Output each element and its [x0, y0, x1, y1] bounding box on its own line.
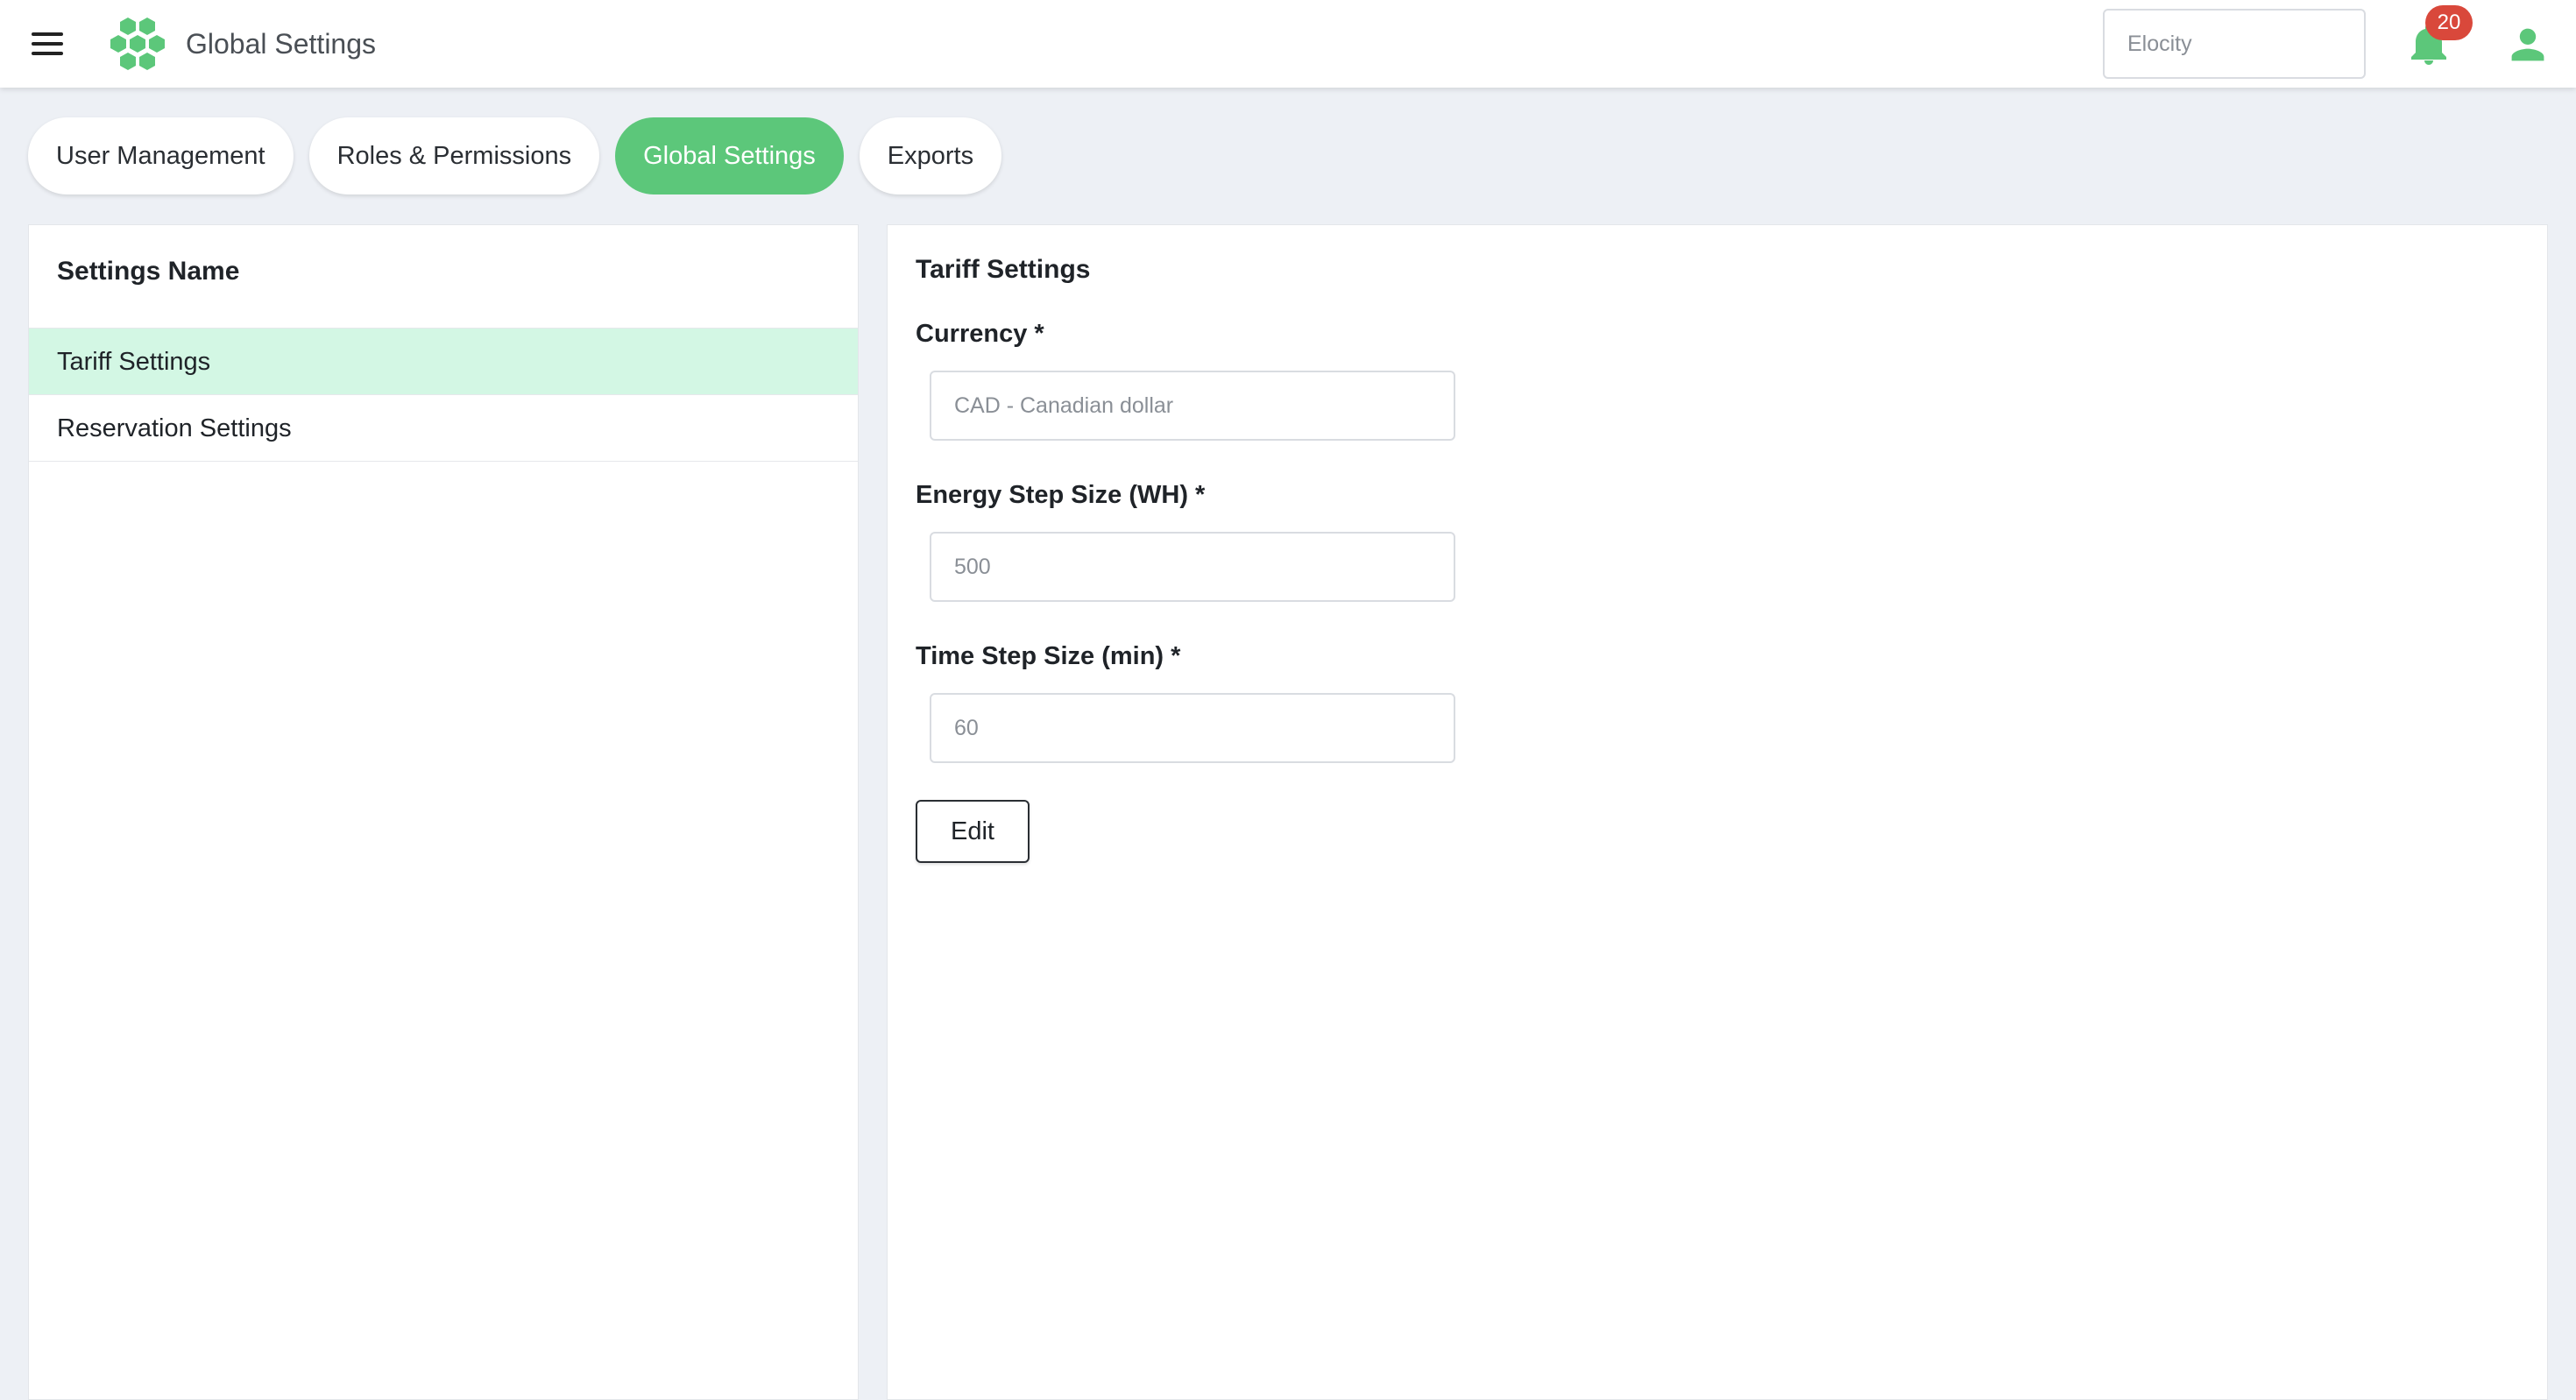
time-step-size-label: Time Step Size (min) *: [916, 642, 1181, 670]
energy-step-size-label: Energy Step Size (WH) *: [916, 481, 1206, 509]
tab-user-management[interactable]: User Management: [28, 117, 294, 194]
settings-tabs: User Management Roles & Permissions Glob…: [28, 117, 1002, 194]
settings-item-reservation[interactable]: Reservation Settings: [29, 395, 858, 462]
section-title: Tariff Settings: [916, 255, 1091, 284]
tab-exports[interactable]: Exports: [859, 117, 1002, 194]
tariff-settings-panel: Tariff Settings Currency * Energy Step S…: [887, 224, 2548, 1400]
notification-badge: 20: [2425, 5, 2473, 40]
organization-search-input[interactable]: [2103, 9, 2366, 79]
hexagon-cluster-logo: [110, 18, 165, 70]
hamburger-menu-icon[interactable]: [32, 30, 67, 58]
currency-label: Currency *: [916, 320, 1044, 348]
tab-roles-permissions[interactable]: Roles & Permissions: [308, 117, 600, 194]
settings-list-header: Settings Name: [29, 225, 858, 329]
edit-button[interactable]: Edit: [916, 800, 1030, 863]
currency-field[interactable]: [930, 371, 1455, 441]
settings-list-panel: Settings Name Tariff Settings Reservatio…: [28, 224, 859, 1400]
energy-step-size-field[interactable]: [930, 532, 1455, 602]
page-title: Global Settings: [186, 28, 377, 60]
settings-item-tariff[interactable]: Tariff Settings: [29, 329, 858, 395]
time-step-size-field[interactable]: [930, 693, 1455, 763]
tab-global-settings[interactable]: Global Settings: [615, 117, 844, 194]
user-icon[interactable]: [2508, 25, 2548, 65]
top-app-bar: Global Settings 20: [0, 0, 2576, 88]
